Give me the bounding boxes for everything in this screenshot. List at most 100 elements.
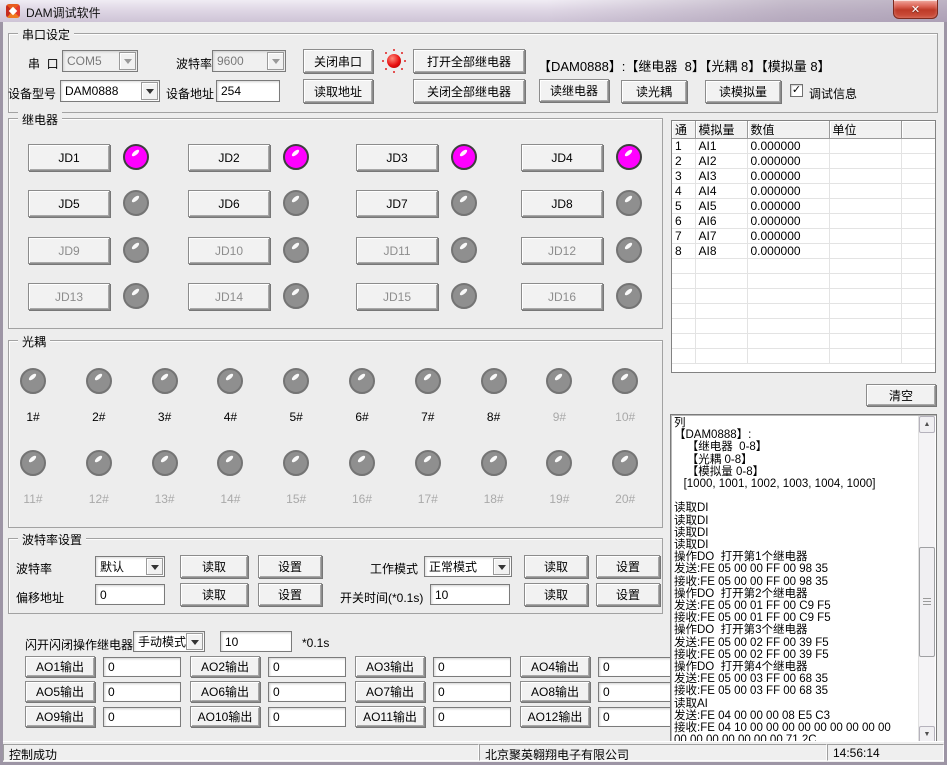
table-row: 2AI20.000000 xyxy=(672,154,935,169)
opto-label-16: 16# xyxy=(349,492,375,506)
ao-output-value-9[interactable]: 0 xyxy=(103,707,181,727)
relay-button-jd5[interactable]: JD5 xyxy=(28,190,110,217)
workmode-set-button[interactable]: 设置 xyxy=(596,555,660,578)
relay-button-jd15: JD15 xyxy=(356,283,438,310)
relay-button-jd16: JD16 xyxy=(521,283,603,310)
analog-table-header xyxy=(901,121,935,139)
read-analog-button[interactable]: 读模拟量 xyxy=(705,80,781,103)
read-opto-button[interactable]: 读光耦 xyxy=(621,80,687,103)
led-core xyxy=(387,54,401,68)
debug-info-label: 调试信息 xyxy=(809,85,857,102)
opto-label-14: 14# xyxy=(217,492,243,506)
switch-time-input[interactable]: 10 xyxy=(430,584,510,605)
ao-output-button-3[interactable]: AO3输出 xyxy=(355,656,425,677)
ao-output-button-6[interactable]: AO6输出 xyxy=(190,681,260,702)
debug-info-checkbox[interactable]: ✓ xyxy=(790,84,803,97)
table-row: 3AI30.000000 xyxy=(672,169,935,184)
relay-button-jd1[interactable]: JD1 xyxy=(28,144,110,171)
offset-read-button[interactable]: 读取 xyxy=(180,583,248,606)
analog-cell: 4 xyxy=(672,184,695,199)
ao-output-value-4[interactable]: 0 xyxy=(598,657,676,677)
ao-output-value-7[interactable]: 0 xyxy=(433,682,511,702)
relay-button-jd7[interactable]: JD7 xyxy=(356,190,438,217)
scroll-up-icon[interactable]: ▲ xyxy=(919,416,935,433)
open-all-relays-button[interactable]: 打开全部继电器 xyxy=(413,49,525,73)
table-row: 4AI40.000000 xyxy=(672,184,935,199)
ao-output-value-11[interactable]: 0 xyxy=(433,707,511,727)
read-relay-button[interactable]: 读继电器 xyxy=(539,79,609,102)
baud-select[interactable]: 默认 xyxy=(95,556,165,577)
status-message: 控制成功 xyxy=(3,744,479,761)
serial-port-label: 串 口 xyxy=(28,55,59,72)
ao-output-button-12[interactable]: AO12输出 xyxy=(520,706,590,727)
ao-output-button-7[interactable]: AO7输出 xyxy=(355,681,425,702)
relay-button-jd9: JD9 xyxy=(28,237,110,264)
baud-read-button[interactable]: 读取 xyxy=(180,555,248,578)
relay-button-jd3[interactable]: JD3 xyxy=(356,144,438,171)
ao-output-button-4[interactable]: AO4输出 xyxy=(520,656,590,677)
ao-output-value-5[interactable]: 0 xyxy=(103,682,181,702)
ao-output-button-5[interactable]: AO5输出 xyxy=(25,681,95,702)
relay-led-jd8 xyxy=(616,190,642,216)
opto-label-11: 11# xyxy=(20,492,46,506)
flash-time-input[interactable]: 10 xyxy=(220,631,292,652)
relay-button-jd2[interactable]: JD2 xyxy=(188,144,270,171)
flash-mode-select[interactable]: 手动模式 xyxy=(133,631,205,652)
switch-time-set-button[interactable]: 设置 xyxy=(596,583,660,606)
workmode-read-button[interactable]: 读取 xyxy=(524,555,588,578)
device-address-input[interactable]: 254 xyxy=(216,80,280,102)
relay-led-jd11 xyxy=(451,237,477,263)
opto-led-17 xyxy=(415,450,441,476)
relay-button-jd6[interactable]: JD6 xyxy=(188,190,270,217)
analog-cell: AI8 xyxy=(695,244,747,259)
device-model-label: 设备型号 xyxy=(8,85,56,102)
log-scrollbar[interactable]: ▲ ▼ xyxy=(918,416,935,743)
titlebar: DAM调试软件 ✕ xyxy=(0,0,947,22)
relay-led-jd6 xyxy=(283,190,309,216)
ao-output-button-9[interactable]: AO9输出 xyxy=(25,706,95,727)
opto-led-5 xyxy=(283,368,309,394)
chevron-down-icon xyxy=(119,52,136,70)
scrollbar-thumb[interactable] xyxy=(919,547,935,657)
ao-output-value-10[interactable]: 0 xyxy=(268,707,346,727)
ao-output-button-11[interactable]: AO11输出 xyxy=(355,706,425,727)
ao-output-button-8[interactable]: AO8输出 xyxy=(520,681,590,702)
analog-cell: AI1 xyxy=(695,139,747,154)
analog-cell: 6 xyxy=(672,214,695,229)
close-serial-button[interactable]: 关闭串口 xyxy=(303,49,373,73)
ao-output-value-8[interactable]: 0 xyxy=(598,682,676,702)
ao-output-value-3[interactable]: 0 xyxy=(433,657,511,677)
flash-relay-label: 闪开闪闭操作继电器 xyxy=(25,636,133,653)
relay-button-jd13: JD13 xyxy=(28,283,110,310)
table-row xyxy=(672,349,935,364)
ao-output-value-12[interactable]: 0 xyxy=(598,707,676,727)
close-all-relays-button[interactable]: 关闭全部继电器 xyxy=(413,79,525,103)
serial-port-select: COM5 xyxy=(62,50,138,72)
baud-set-button[interactable]: 设置 xyxy=(258,555,322,578)
ao-output-value-2[interactable]: 0 xyxy=(268,657,346,677)
offset-address-input[interactable]: 0 xyxy=(95,584,165,605)
ao-output-value-1[interactable]: 0 xyxy=(103,657,181,677)
close-button[interactable]: ✕ xyxy=(893,0,938,19)
window-title: DAM调试软件 xyxy=(26,4,101,21)
ao-output-value-6[interactable]: 0 xyxy=(268,682,346,702)
clear-button[interactable]: 清空 xyxy=(866,384,936,406)
analog-cell xyxy=(829,184,901,199)
analog-cell: AI2 xyxy=(695,154,747,169)
read-address-button[interactable]: 读取地址 xyxy=(303,79,373,103)
relay-button-jd8[interactable]: JD8 xyxy=(521,190,603,217)
switch-time-read-button[interactable]: 读取 xyxy=(524,583,588,606)
ao-output-button-1[interactable]: AO1输出 xyxy=(25,656,95,677)
relay-button-jd4[interactable]: JD4 xyxy=(521,144,603,171)
opto-label-2: 2# xyxy=(86,410,112,424)
opto-label-13: 13# xyxy=(152,492,178,506)
ao-output-button-10[interactable]: AO10输出 xyxy=(190,706,260,727)
device-model-select[interactable]: DAM0888 xyxy=(60,80,160,102)
analog-cell xyxy=(829,229,901,244)
opto-led-13 xyxy=(152,450,178,476)
workmode-label: 工作模式 xyxy=(370,560,418,577)
table-row xyxy=(672,334,935,349)
workmode-select[interactable]: 正常模式 xyxy=(424,556,512,577)
offset-set-button[interactable]: 设置 xyxy=(258,583,322,606)
ao-output-button-2[interactable]: AO2输出 xyxy=(190,656,260,677)
